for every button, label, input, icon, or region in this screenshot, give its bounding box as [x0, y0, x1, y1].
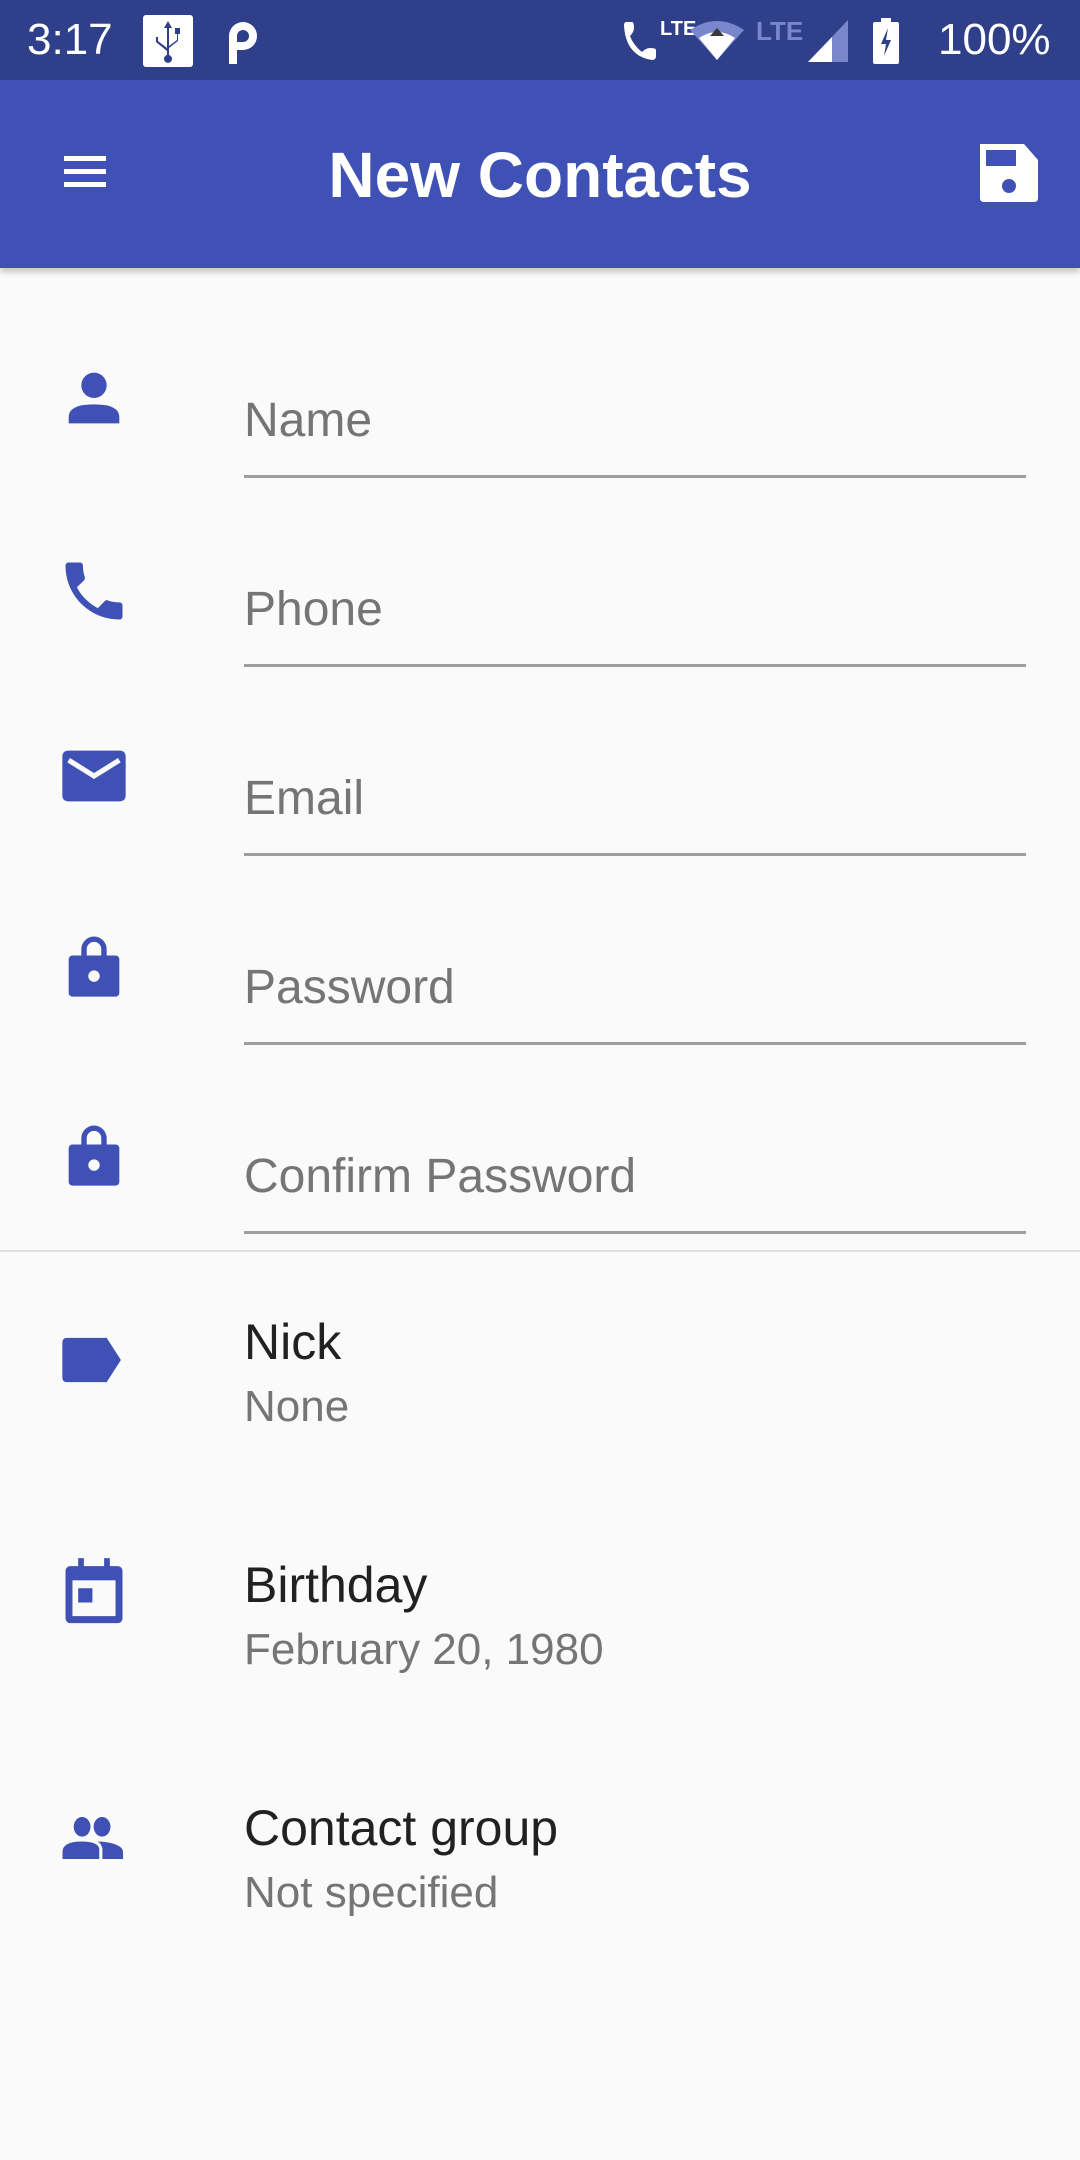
lte-label: LTE [756, 16, 804, 46]
label-icon [62, 1337, 121, 1383]
lock-icon [68, 1125, 120, 1186]
phone-field-row [0, 509, 1080, 698]
person-icon [68, 372, 120, 424]
contact-group-value: Not specified [244, 1868, 499, 1917]
save-icon [980, 144, 1038, 202]
wifi-icon [690, 21, 744, 60]
status-time: 3:17 [27, 15, 113, 64]
password-input[interactable] [244, 945, 1026, 1045]
email-icon [62, 750, 126, 802]
battery-percent: 100% [938, 15, 1051, 64]
battery-charging-icon [873, 18, 899, 64]
usb-icon [143, 15, 193, 67]
confirm-password-input[interactable] [244, 1134, 1026, 1234]
page-title: New Contacts [328, 139, 752, 211]
email-field-row [0, 698, 1080, 887]
lock-icon [68, 936, 120, 997]
section-divider [0, 1250, 1080, 1252]
phone-icon [65, 562, 123, 620]
phone-input[interactable] [244, 567, 1026, 667]
parking-icon [229, 22, 257, 64]
birthday-title: Birthday [244, 1557, 428, 1613]
nick-row[interactable]: Nick None [0, 1312, 1080, 1512]
nick-value: None [244, 1382, 350, 1431]
birthday-row[interactable]: Birthday February 20, 1980 [0, 1555, 1080, 1755]
confirm-password-field-row [0, 1076, 1080, 1265]
password-field-row [0, 887, 1080, 1076]
signal-icon [808, 20, 848, 62]
email-input[interactable] [244, 756, 1026, 856]
birthday-value: February 20, 1980 [244, 1625, 604, 1674]
contact-group-row[interactable]: Contact group Not specified [0, 1798, 1080, 1998]
calendar-icon [65, 1558, 123, 1624]
group-icon [62, 1817, 124, 1859]
contact-group-title: Contact group [244, 1800, 559, 1856]
name-field-row [0, 320, 1080, 509]
volte-call-icon [624, 22, 656, 60]
name-input[interactable] [244, 378, 1026, 478]
status-bar: 3:17 LTE LTE 100% [0, 0, 1080, 80]
app-bar: New Contacts [0, 80, 1080, 268]
nick-title: Nick [244, 1314, 342, 1370]
save-button[interactable] [966, 130, 1052, 216]
